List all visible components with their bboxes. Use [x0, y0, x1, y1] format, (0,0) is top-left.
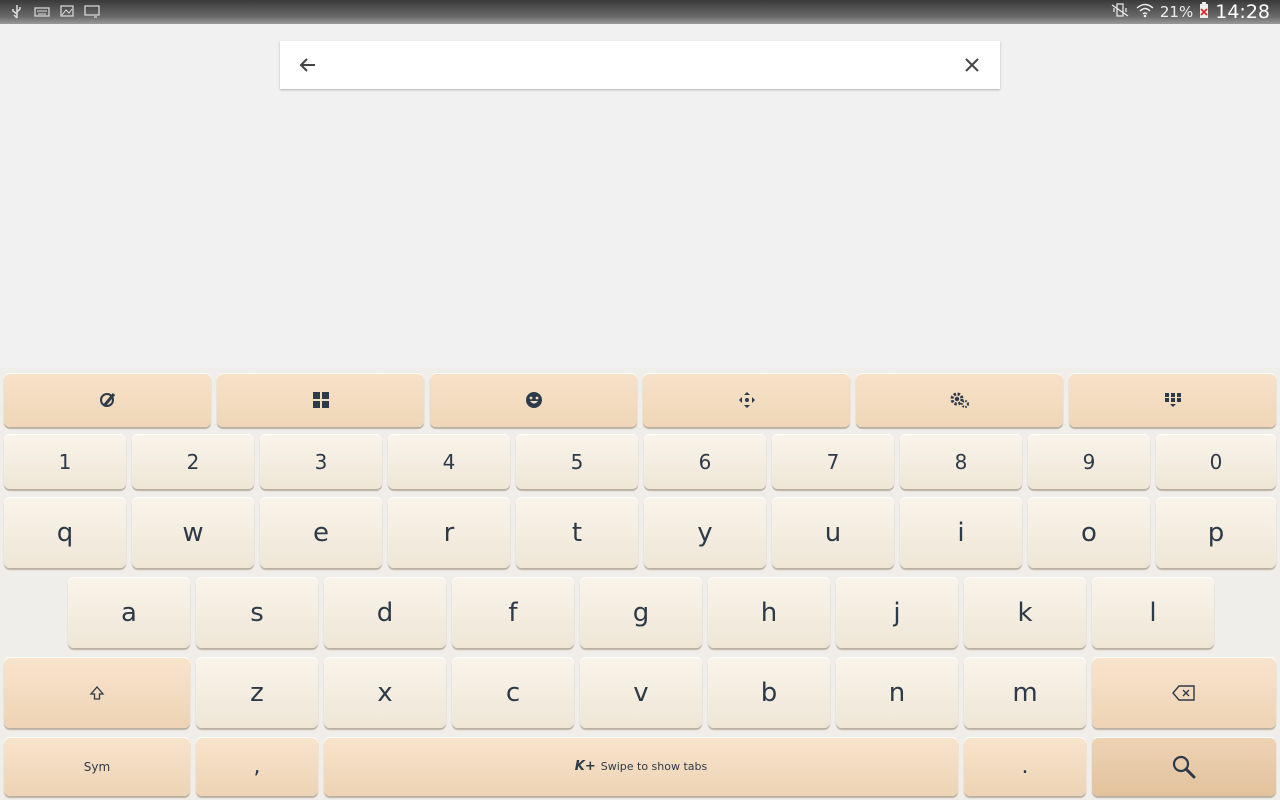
- wifi-icon: [1136, 2, 1154, 22]
- move-key[interactable]: [643, 373, 850, 427]
- status-bar: 21% 14:28: [0, 0, 1280, 24]
- key-z[interactable]: z: [196, 657, 318, 728]
- key-l[interactable]: l: [1092, 577, 1214, 648]
- keyboard-icon: [34, 4, 50, 20]
- search-bar: [280, 41, 1000, 89]
- key-h[interactable]: h: [708, 577, 830, 648]
- key-j[interactable]: j: [836, 577, 958, 648]
- search-icon: [1171, 754, 1197, 780]
- gear-icon: [950, 391, 970, 409]
- key-y[interactable]: y: [644, 497, 766, 568]
- key-x[interactable]: x: [324, 657, 446, 728]
- key-e[interactable]: e: [260, 497, 382, 568]
- key-q[interactable]: q: [4, 497, 126, 568]
- key-n[interactable]: n: [836, 657, 958, 728]
- brush-icon: [99, 391, 117, 409]
- emoji-icon: [525, 391, 543, 409]
- key-t[interactable]: t: [516, 497, 638, 568]
- key-c[interactable]: c: [452, 657, 574, 728]
- space-key[interactable]: K+ Swipe to show tabs: [324, 737, 958, 796]
- key-7[interactable]: 7: [772, 434, 894, 489]
- key-v[interactable]: v: [580, 657, 702, 728]
- comma-key[interactable]: ,: [196, 737, 318, 796]
- key-b[interactable]: b: [708, 657, 830, 728]
- backspace-key[interactable]: [1092, 657, 1276, 728]
- key-2[interactable]: 2: [132, 434, 254, 489]
- search-key[interactable]: [1092, 737, 1276, 796]
- shift-icon: [89, 685, 105, 701]
- key-w[interactable]: w: [132, 497, 254, 568]
- key-9[interactable]: 9: [1028, 434, 1150, 489]
- key-3[interactable]: 3: [260, 434, 382, 489]
- backspace-icon: [1172, 684, 1196, 701]
- key-r[interactable]: r: [388, 497, 510, 568]
- key-g[interactable]: g: [580, 577, 702, 648]
- close-icon[interactable]: [963, 56, 981, 74]
- move-icon: [738, 391, 756, 409]
- key-u[interactable]: u: [772, 497, 894, 568]
- key-p[interactable]: p: [1156, 497, 1276, 568]
- sym-label: Sym: [83, 759, 111, 774]
- clock: 14:28: [1215, 1, 1270, 23]
- battery-icon: [1199, 1, 1209, 23]
- space-hint: Swipe to show tabs: [600, 760, 708, 773]
- keyboard: 1 2 3 4 5 6 7 8 9 0 q w e r t y u i o p …: [0, 368, 1280, 800]
- sym-key[interactable]: Sym: [4, 737, 190, 796]
- key-4[interactable]: 4: [388, 434, 510, 489]
- key-0[interactable]: 0: [1156, 434, 1276, 489]
- key-o[interactable]: o: [1028, 497, 1150, 568]
- key-8[interactable]: 8: [900, 434, 1022, 489]
- emoji-key[interactable]: [430, 373, 637, 427]
- theme-key[interactable]: [4, 373, 211, 427]
- key-a[interactable]: a: [68, 577, 190, 648]
- period-key[interactable]: .: [964, 737, 1086, 796]
- key-5[interactable]: 5: [516, 434, 638, 489]
- key-k[interactable]: k: [964, 577, 1086, 648]
- key-6[interactable]: 6: [644, 434, 766, 489]
- mute-vibrate-icon: [1110, 2, 1130, 22]
- shift-key[interactable]: [4, 657, 190, 728]
- kika-logo: K+: [574, 759, 596, 774]
- key-i[interactable]: i: [900, 497, 1022, 568]
- numpad-icon: [312, 392, 329, 408]
- key-m[interactable]: m: [964, 657, 1086, 728]
- cast-icon: [84, 4, 100, 20]
- battery-percent: 21%: [1159, 3, 1194, 21]
- key-d[interactable]: d: [324, 577, 446, 648]
- grid-icon: [1164, 393, 1181, 407]
- key-f[interactable]: f: [452, 577, 574, 648]
- arrow-left-icon[interactable]: [298, 55, 318, 75]
- key-1[interactable]: 1: [4, 434, 126, 489]
- image-icon: [60, 4, 74, 20]
- layout-key[interactable]: [1069, 373, 1276, 427]
- key-s[interactable]: s: [196, 577, 318, 648]
- search-input[interactable]: [336, 49, 936, 81]
- usb-icon: [10, 4, 24, 20]
- numpad-key[interactable]: [217, 373, 424, 427]
- settings-key[interactable]: [856, 373, 1063, 427]
